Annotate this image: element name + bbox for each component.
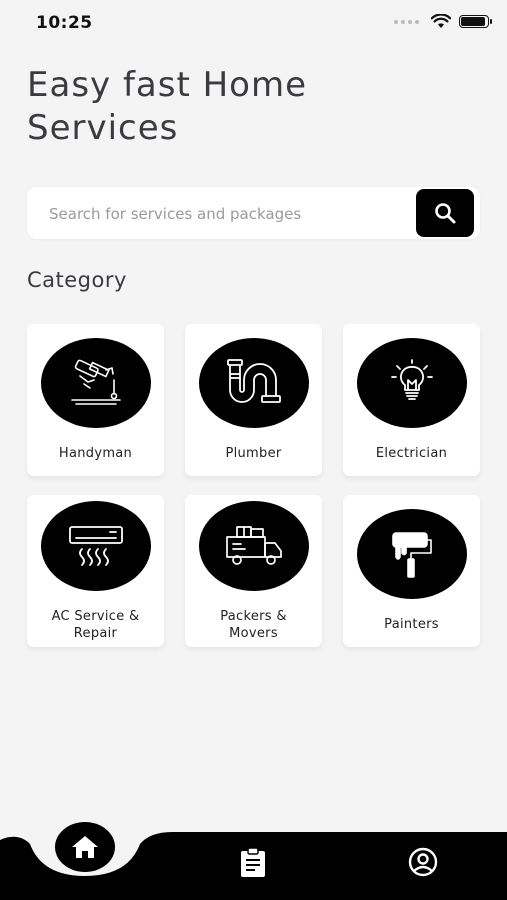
search-button[interactable] — [416, 189, 474, 237]
search-icon — [435, 203, 456, 224]
category-icon-circle — [41, 338, 151, 428]
status-time: 10:25 — [36, 13, 93, 33]
category-label: AC Service & Repair — [31, 608, 160, 642]
category-icon-circle — [199, 501, 309, 591]
clipboard-icon — [241, 847, 265, 877]
search-input[interactable] — [47, 187, 411, 241]
page-title: Easy fast Home Services — [27, 64, 447, 150]
handyman-icon — [71, 359, 121, 405]
air-conditioner-icon — [69, 526, 123, 566]
status-bar: 10:25 — [0, 0, 507, 50]
category-section-title: Category — [27, 268, 127, 292]
moving-truck-icon — [226, 526, 282, 565]
category-icon-circle — [357, 509, 467, 599]
paint-roller-icon — [392, 532, 432, 578]
category-label-line1: AC Service & — [51, 609, 140, 624]
category-icon-circle — [199, 338, 309, 428]
category-label: Electrician — [375, 446, 448, 461]
category-label-line1: Packers & — [220, 609, 287, 624]
category-card-ac-service[interactable]: AC Service & Repair — [27, 495, 164, 647]
wifi-icon — [431, 14, 451, 28]
page-title-line1: Easy fast Home — [27, 65, 308, 105]
category-label: Painters — [384, 617, 439, 632]
nav-home-button[interactable] — [55, 822, 115, 872]
category-card-packers-movers[interactable]: Packers & Movers — [185, 495, 322, 647]
cellular-signal-icon — [394, 19, 419, 24]
page-title-line2: Services — [27, 108, 179, 148]
status-icons — [394, 14, 492, 29]
nav-orders-button[interactable] — [236, 845, 270, 879]
category-card-plumber[interactable]: Plumber — [185, 324, 322, 476]
category-label: Packers & Movers — [189, 608, 318, 642]
category-icon-circle — [41, 501, 151, 591]
category-card-electrician[interactable]: Electrician — [343, 324, 480, 476]
battery-icon — [459, 15, 492, 28]
profile-icon — [408, 847, 438, 877]
category-icon-circle — [357, 338, 467, 428]
category-card-handyman[interactable]: Handyman — [27, 324, 164, 476]
nav-profile-button[interactable] — [405, 845, 441, 879]
category-label-line2: Repair — [73, 626, 118, 641]
category-label-line2: Movers — [229, 626, 278, 641]
home-icon — [72, 836, 98, 858]
lightbulb-icon — [391, 359, 433, 400]
plumber-pipe-icon — [227, 359, 281, 403]
category-card-painters[interactable]: Painters — [343, 495, 480, 647]
category-label: Plumber — [225, 446, 282, 461]
category-label: Handyman — [58, 446, 133, 461]
search-bar — [27, 187, 480, 241]
